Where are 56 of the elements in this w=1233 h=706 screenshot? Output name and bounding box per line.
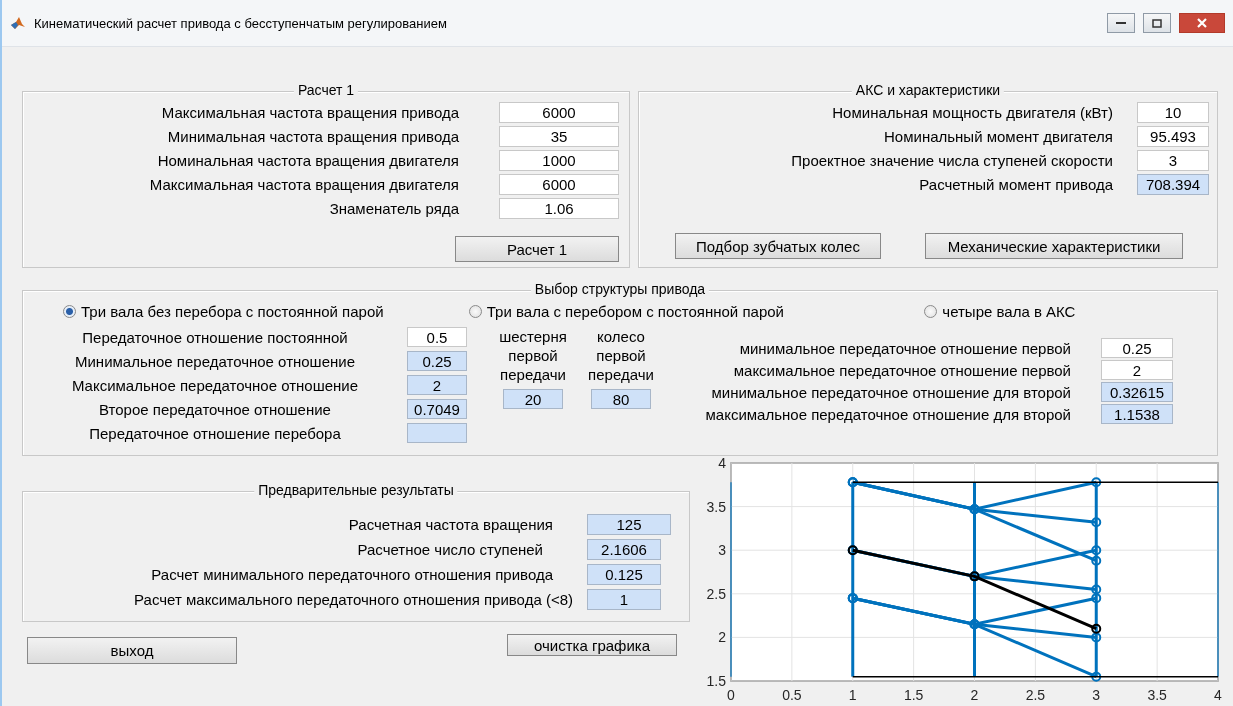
field-label: Передаточное отношение перебора (89, 424, 341, 442)
axis-tick-label: 3.5 (1147, 687, 1167, 703)
axis-tick-label: 4 (718, 456, 726, 471)
field-label: Знаменатель ряда (329, 199, 459, 217)
field-label: Расчетный момент привода (919, 175, 1113, 193)
axis-tick-label: 2.5 (1025, 687, 1045, 703)
output-field: 80 (591, 389, 651, 409)
window-title: Кинематический расчет привода с бесступенчатым регулированием (34, 15, 448, 31)
field-label: Номинальный момент двигателя (884, 127, 1113, 145)
field-label: минимальное передаточное отношение для второй (711, 383, 1071, 401)
panel-title: Предварительные результаты (254, 482, 458, 498)
field-label: Минимальное передаточное отношение (74, 352, 355, 370)
output-field: 0.7049 (407, 399, 467, 419)
axis-tick-label: 2.5 (706, 585, 726, 602)
field-label: Расчет минимального передаточного отношения привода (151, 566, 553, 583)
field-label: Максимальная частота вращения привода (161, 103, 459, 121)
panel-title: Расчет 1 (293, 82, 359, 98)
field-label: Максимальное передаточное отношение (71, 376, 359, 394)
field-label: Проектное значение числа ступеней скорости (791, 151, 1113, 169)
axis-tick-label: 2 (970, 687, 979, 703)
field-label: Номинальная частота вращения двигателя (157, 151, 459, 169)
axis-tick-label: 4 (1214, 687, 1222, 703)
axis-tick-label: 3 (718, 542, 726, 559)
field-label: Второе передаточное отношение (99, 400, 331, 418)
output-field: 1.1538 (1101, 404, 1173, 424)
output-field: 708.394 (1137, 173, 1209, 195)
panel-title: Выбор структуры привода (530, 281, 710, 297)
axis-tick-label: 3.5 (706, 498, 726, 515)
field-label: Передаточное отношение постоянной (82, 328, 348, 346)
axis-tick-label: 1.5 (903, 687, 924, 703)
axis-tick-label: 2 (718, 629, 726, 646)
output-field: 20 (503, 389, 563, 409)
output-field: 125 (587, 514, 671, 535)
output-field: 2 (407, 375, 467, 395)
axis-tick-label: 1 (848, 687, 857, 703)
output-field: 0.25 (407, 351, 467, 371)
field-label: Расчетная частота вращения (348, 516, 553, 533)
field-label: Максимальная частота вращения двигателя (149, 175, 459, 193)
panel-title: АКС и характеристики (851, 82, 1005, 98)
axis-tick-label: 3 (1092, 687, 1100, 703)
column-heading: колесо первой передачи (587, 327, 655, 384)
field-label: Расчет максимального передаточного отношения привода (<8) (134, 591, 573, 608)
field-label: минимальное передаточное отношение первой (739, 339, 1071, 357)
axis-tick-label: 0 (727, 687, 735, 703)
output-field: 0.125 (587, 564, 661, 585)
column-heading: шестерня первой передачи (498, 327, 568, 384)
field-label: Расчетное число ступеней (357, 541, 543, 558)
axis-tick-label: 1.5 (706, 673, 726, 689)
output-field: 1 (587, 589, 661, 610)
field-label: максимальное передаточное отношение первой (733, 361, 1071, 379)
field-label: Номинальная мощность двигателя (кВт) (832, 103, 1113, 121)
output-field: 2.1606 (587, 539, 661, 560)
output-field: 0.32615 (1101, 382, 1173, 402)
axis-tick-label: 0.5 (782, 687, 802, 703)
field-label: максимальное передаточное отношение для второй (705, 405, 1071, 423)
field-label: Минимальная частота вращения привода (167, 127, 459, 145)
